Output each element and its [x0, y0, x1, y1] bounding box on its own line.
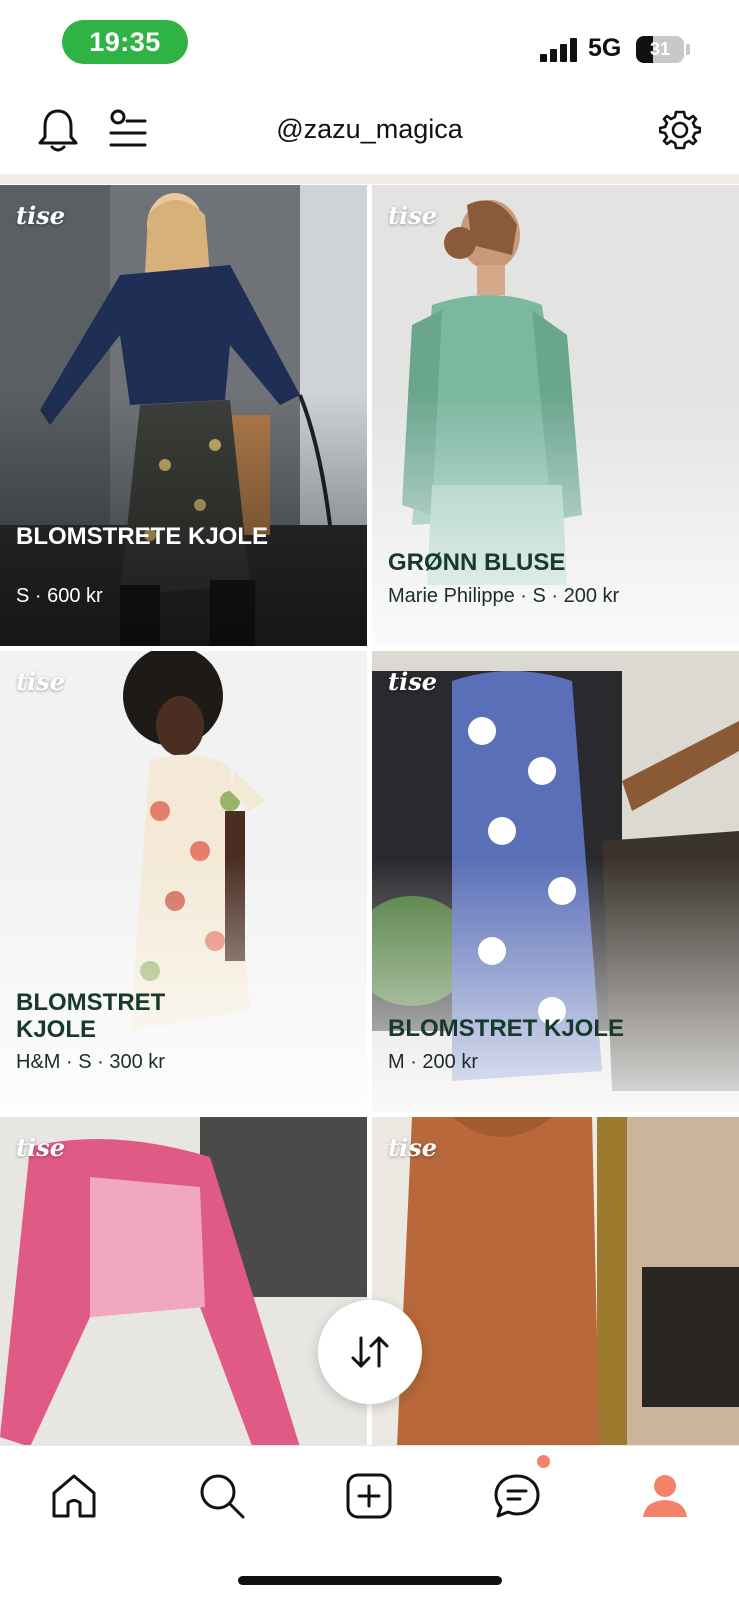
status-time: 19:35: [62, 20, 188, 64]
listing-meta: S · 600 kr: [16, 585, 103, 607]
tise-logo: tise: [388, 1133, 437, 1162]
profile-header: @zazu_magica: [0, 86, 739, 174]
status-bar: 19:35 5G 31: [0, 0, 739, 86]
tise-logo: tise: [16, 667, 65, 696]
battery-tip: [686, 44, 690, 55]
listing-photo: [372, 1117, 739, 1445]
tise-logo: tise: [16, 201, 65, 230]
nav-messages[interactable]: [487, 1466, 547, 1526]
network-type: 5G: [588, 34, 622, 62]
profile-username: @zazu_magica: [276, 114, 463, 144]
listing-card[interactable]: tise GRØNN BLUSE Marie Philippe · S · 20…: [372, 185, 739, 646]
home-indicator: [238, 1576, 502, 1585]
listing-title: GRØNN BLUSE: [388, 549, 566, 576]
messages-icon: [494, 1474, 540, 1518]
battery-icon: 31: [636, 36, 684, 63]
gear-icon: [659, 110, 701, 150]
battery-level: 31: [649, 39, 671, 59]
nav-add-listing[interactable]: [339, 1466, 399, 1526]
listing-card[interactable]: tise BLOMSTRET KJOLE H&M · S · 300 kr: [0, 651, 367, 1112]
listing-photo: [0, 1117, 367, 1445]
listings-grid[interactable]: tise BLOMSTRETE KJOLE S · 600 kr tise GR…: [0, 185, 739, 1445]
listing-card[interactable]: tise: [0, 1117, 367, 1445]
profile-icon: [643, 1475, 687, 1517]
home-icon: [52, 1474, 96, 1518]
sort-arrows-icon: [351, 1336, 389, 1368]
tise-logo: tise: [388, 667, 437, 696]
signal-icon: [540, 38, 580, 62]
listing-meta: H&M · S · 300 kr: [16, 1051, 165, 1073]
listing-card[interactable]: tise: [372, 1117, 739, 1445]
listing-meta: Marie Philippe · S · 200 kr: [388, 585, 620, 607]
messages-notification-badge: [537, 1455, 550, 1468]
tise-logo: tise: [388, 201, 437, 230]
listing-card[interactable]: tise BLOMSTRETE KJOLE S · 600 kr: [0, 185, 367, 646]
sort-button[interactable]: [318, 1300, 422, 1404]
listing-title: BLOMSTRET KJOLE: [388, 1015, 625, 1042]
search-icon: [200, 1474, 245, 1519]
tise-logo: tise: [16, 1133, 65, 1162]
listing-title: BLOMSTRET KJOLE: [16, 989, 166, 1043]
nav-search[interactable]: [192, 1466, 252, 1526]
settings-button[interactable]: [656, 106, 704, 154]
listing-card[interactable]: tise BLOMSTRET KJOLE M · 200 kr: [372, 651, 739, 1112]
add-listing-icon: [346, 1473, 392, 1519]
listing-title: BLOMSTRETE KJOLE: [16, 523, 269, 550]
nav-profile[interactable]: [635, 1466, 695, 1526]
nav-home[interactable]: [44, 1466, 104, 1526]
listing-meta: M · 200 kr: [388, 1051, 479, 1073]
header-divider: [0, 174, 739, 184]
